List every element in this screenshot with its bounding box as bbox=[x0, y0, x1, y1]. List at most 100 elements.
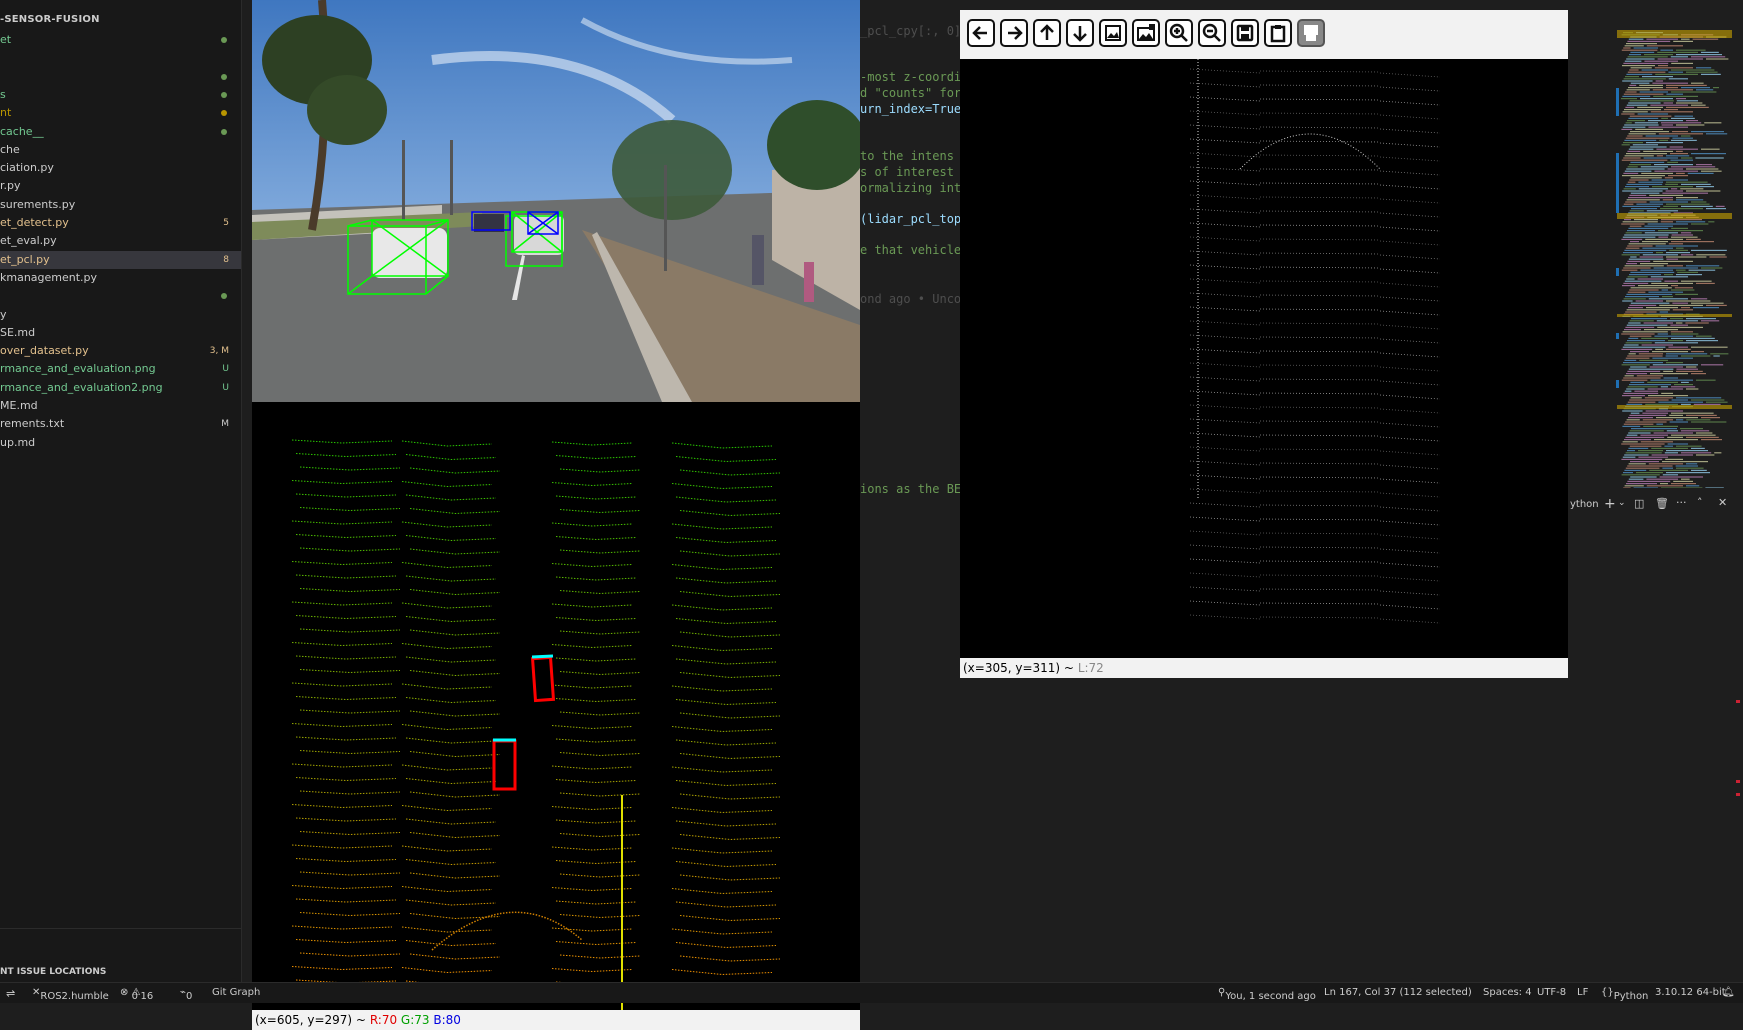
file-tree-item[interactable]: nt bbox=[0, 104, 241, 122]
code-line: urn_index=True bbox=[860, 102, 962, 116]
file-tree-item[interactable] bbox=[0, 49, 241, 67]
image-fit-icon[interactable] bbox=[1132, 19, 1160, 47]
encoding[interactable]: UTF-8 bbox=[1537, 987, 1566, 998]
minimap[interactable] bbox=[1617, 28, 1732, 488]
chevron-down-icon[interactable]: ⌄ bbox=[1618, 498, 1626, 508]
blue-value: B:80 bbox=[433, 1013, 461, 1027]
error-marker bbox=[1736, 793, 1740, 796]
status-dot bbox=[221, 37, 227, 43]
file-tree-item[interactable]: ciation.py bbox=[0, 159, 241, 177]
cursor-position[interactable]: Ln 167, Col 37 (112 selected) bbox=[1324, 987, 1472, 998]
sidebar-divider bbox=[0, 928, 241, 929]
error-marker bbox=[1736, 700, 1740, 703]
save-icon[interactable] bbox=[1231, 19, 1259, 47]
eol[interactable]: LF bbox=[1577, 987, 1588, 998]
status-dot bbox=[221, 73, 227, 80]
file-name: kmanagement.py bbox=[0, 270, 98, 284]
file-tree-item[interactable] bbox=[0, 287, 241, 305]
camera-image bbox=[252, 0, 860, 402]
file-tree-item[interactable]: cache__ bbox=[0, 123, 241, 141]
file-tree-item[interactable]: et_pcl.py 8 bbox=[0, 250, 241, 269]
file-tree-item[interactable]: et bbox=[0, 31, 241, 49]
clipboard-icon[interactable] bbox=[1264, 19, 1292, 47]
code-line: d "counts" for bbox=[860, 86, 962, 100]
file-tree-item[interactable]: et_detect.py 5 bbox=[0, 214, 241, 232]
file-name: ciation.py bbox=[0, 161, 54, 175]
file-tree-item[interactable]: up.md bbox=[0, 434, 241, 452]
problems-indicator[interactable]: ⊗ 0 ⚠ 16 bbox=[120, 987, 153, 1002]
status-bar: ⇌ ✕ ROS2.humble ⊗ 0 ⚠ 16 ⌁ 0 Git Graph ⚲… bbox=[0, 982, 1743, 1003]
status-dot bbox=[221, 91, 227, 98]
bev-intensity-image bbox=[960, 59, 1568, 658]
file-name: et bbox=[0, 33, 12, 46]
file-tree-item[interactable]: surements.py bbox=[0, 196, 241, 214]
trash-icon[interactable]: 🗑 bbox=[1655, 497, 1669, 510]
zoom-in-icon[interactable] bbox=[1165, 19, 1193, 47]
panel-toolbar: ython + ⌄ ◫ 🗑 ··· ˄ ✕ bbox=[1570, 496, 1743, 516]
status-dot bbox=[221, 110, 227, 117]
arrow-left-icon[interactable] bbox=[967, 19, 995, 47]
red-value: R:70 bbox=[369, 1013, 398, 1027]
file-tree-item[interactable]: r.py bbox=[0, 177, 241, 195]
camera-bev-image[interactable] bbox=[252, 0, 860, 1010]
ports-indicator[interactable]: ⌁ 0 bbox=[180, 987, 192, 1002]
file-tree-item[interactable]: s bbox=[0, 86, 241, 104]
file-name: rmance_and_evaluation2.png bbox=[0, 380, 163, 394]
file-name: y bbox=[0, 307, 7, 321]
indentation[interactable]: Spaces: 4 bbox=[1483, 987, 1532, 998]
code-line: _pcl_cpy[:, 0], bbox=[860, 24, 969, 38]
status-dot bbox=[221, 293, 227, 300]
python-interpreter[interactable]: 3.10.12 64-bit bbox=[1655, 987, 1726, 998]
file-name: over_dataset.py bbox=[0, 344, 89, 358]
file-tree-item[interactable]: y bbox=[0, 306, 241, 324]
viewer-toolbar bbox=[960, 10, 1568, 59]
remote-icon[interactable]: ⇌ bbox=[6, 987, 15, 1000]
bell-icon[interactable]: 🔔︎ bbox=[1722, 987, 1735, 998]
git-status-badge: 5 bbox=[223, 218, 229, 228]
code-line: (lidar_pcl_top bbox=[860, 212, 962, 226]
file-name: surements.py bbox=[0, 197, 76, 211]
error-marker bbox=[1736, 780, 1740, 783]
code-line: -most z-coordi bbox=[860, 70, 962, 84]
file-tree-item[interactable]: che bbox=[0, 141, 241, 159]
file-name: et_eval.py bbox=[0, 234, 57, 248]
file-name: SE.md bbox=[0, 325, 36, 339]
arrow-down-icon[interactable] bbox=[1066, 19, 1094, 47]
file-name: et_pcl.py bbox=[0, 252, 50, 266]
file-tree-item[interactable] bbox=[0, 68, 241, 86]
cursor-coords: (x=305, y=311) ~ bbox=[963, 661, 1074, 675]
file-tree-item[interactable]: over_dataset.py 3, M bbox=[0, 342, 241, 360]
remote-indicator[interactable]: ✕ ROS2.humble bbox=[32, 987, 109, 1002]
file-tree-item[interactable]: rements.txt M bbox=[0, 415, 241, 433]
file-tree-item[interactable]: ME.md bbox=[0, 397, 241, 415]
git-status-badge: 3, M bbox=[209, 346, 229, 357]
explorer-sidebar: -SENSOR-FUSION et s nt cache__ che ciation.py… bbox=[0, 0, 242, 1001]
file-name: rements.txt bbox=[0, 417, 65, 431]
language-mode[interactable]: {} Python bbox=[1601, 987, 1648, 1002]
problems-section-title[interactable]: NT ISSUE LOCATIONS bbox=[0, 967, 106, 977]
arrow-up-icon[interactable] bbox=[1033, 19, 1061, 47]
camera-bev-viewer-window[interactable]: (x=605, y=297) ~ R:70 G:73 B:80 bbox=[252, 0, 860, 1030]
maximize-icon[interactable]: ˄ bbox=[1697, 496, 1703, 509]
file-name: up.md bbox=[0, 435, 36, 449]
more-icon[interactable]: ··· bbox=[1676, 496, 1687, 509]
git-graph-button[interactable]: Git Graph bbox=[212, 987, 260, 998]
bev-intensity-viewer-window[interactable]: (x=305, y=311) ~ L:72 bbox=[960, 10, 1568, 678]
zoom-out-icon[interactable] bbox=[1198, 19, 1226, 47]
image-icon[interactable] bbox=[1099, 19, 1127, 47]
properties-icon[interactable] bbox=[1297, 19, 1325, 47]
code-line: ormalizing int bbox=[860, 181, 962, 195]
terminal-label[interactable]: ython bbox=[1570, 499, 1599, 510]
file-tree-item[interactable]: et_eval.py bbox=[0, 232, 241, 250]
git-status-badge: U bbox=[222, 364, 229, 375]
file-tree-item[interactable]: SE.md bbox=[0, 324, 241, 342]
plus-icon[interactable]: + bbox=[1604, 496, 1616, 512]
arrow-right-icon[interactable] bbox=[1000, 19, 1028, 47]
git-blame[interactable]: ⚲ You, 1 second ago bbox=[1218, 987, 1316, 1002]
close-icon[interactable]: ✕ bbox=[1718, 496, 1727, 509]
split-icon[interactable]: ◫ bbox=[1634, 497, 1644, 510]
file-tree-item[interactable]: rmance_and_evaluation.png U bbox=[0, 360, 241, 378]
file-tree-item[interactable]: kmanagement.py bbox=[0, 269, 241, 287]
file-tree-item[interactable]: rmance_and_evaluation2.png U bbox=[0, 379, 241, 397]
scrollbar-markers bbox=[1616, 88, 1619, 388]
